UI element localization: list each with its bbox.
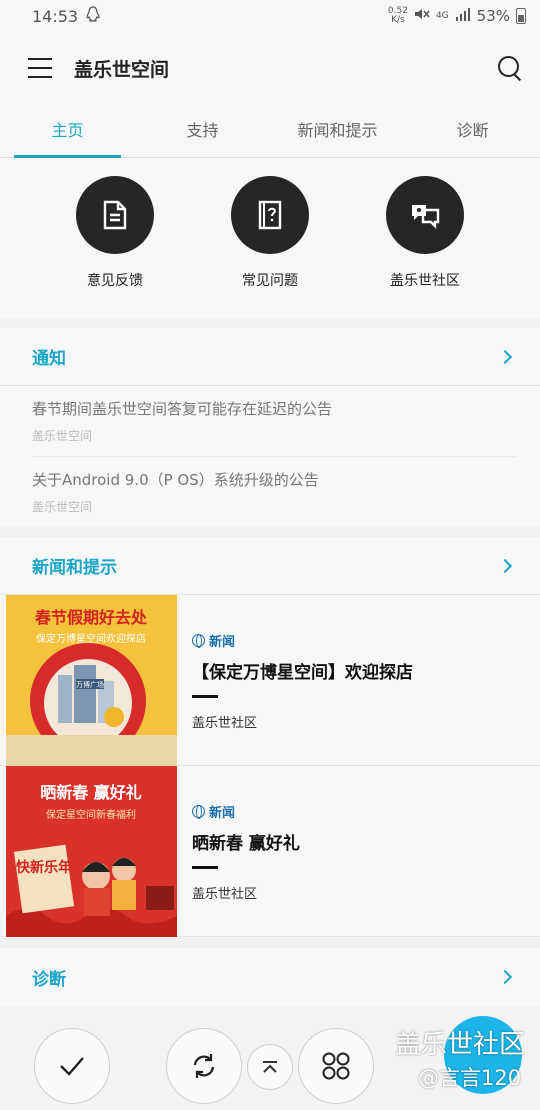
- divider: [192, 866, 218, 869]
- news-item-source: 盖乐世社区: [192, 887, 258, 902]
- globe-icon: [192, 805, 205, 819]
- app-title: 盖乐世空间: [74, 58, 170, 81]
- tab-support[interactable]: 支持: [135, 104, 270, 157]
- battery-icon: [516, 8, 526, 24]
- news-tag: 新闻: [192, 631, 530, 650]
- qq-notification-icon: [86, 6, 100, 26]
- feedback-label: 意见反馈: [87, 273, 143, 289]
- news-item[interactable]: 快新乐年 晒新春 赢好礼 保定星空间新春福利 新闻 晒新春 赢好礼 盖乐世社区: [0, 766, 540, 937]
- thumb-headline: 春节假期好去处: [34, 608, 148, 627]
- diagnosis-title: 诊断: [32, 969, 66, 990]
- community-label: 盖乐世社区: [390, 273, 460, 289]
- chevron-right-icon: [497, 349, 513, 364]
- thumb-headline: 晒新春 赢好礼: [40, 783, 142, 802]
- notice-item[interactable]: 关于Android 9.0（P OS）系统升级的公告 盖乐世空间: [32, 456, 516, 526]
- chevron-right-icon: [497, 558, 513, 573]
- news-thumbnail: 快新乐年 晒新春 赢好礼 保定星空间新春福利: [6, 766, 177, 937]
- diagnosis-header[interactable]: 诊断: [0, 948, 540, 1006]
- news-thumbnail: 万博广场 春节假期好去处 保定万博星空间欢迎探店: [6, 595, 177, 766]
- check-icon: [60, 1057, 84, 1076]
- tab-news-tips[interactable]: 新闻和提示: [270, 104, 405, 157]
- news-item-title: 晒新春 赢好礼: [192, 834, 300, 854]
- news-card: 新闻和提示 万博广场 春节假期好去处 保定万博星空间欢迎探店 新闻 【保定万博星…: [0, 537, 540, 938]
- watermark-text: 盖乐世社区: [395, 1030, 526, 1060]
- scroll-top-icon: [263, 1061, 277, 1073]
- faq-button[interactable]: 常见问题: [231, 176, 309, 318]
- net-speed: 0.52 K/s: [387, 6, 408, 25]
- watermark-handle: @言言120: [418, 1066, 522, 1090]
- tab-bar: 主页 支持 新闻和提示 诊断: [0, 104, 540, 158]
- status-bar: 14:53 0.52 K/s 4G 53%: [0, 0, 540, 32]
- notice-card: 通知 春节期间盖乐世空间答复可能存在延迟的公告 盖乐世空间 关于Android …: [0, 328, 540, 526]
- document-icon: [76, 176, 154, 254]
- notice-title: 通知: [32, 349, 66, 369]
- chevron-right-icon: [497, 969, 513, 985]
- tab-home[interactable]: 主页: [0, 104, 135, 158]
- check-button[interactable]: [34, 1028, 110, 1104]
- battery-percent: 53%: [476, 7, 510, 25]
- refresh-icon: [193, 1054, 215, 1078]
- news-item-source: 盖乐世社区: [192, 716, 258, 731]
- thumb-sign-text: 快新乐年: [16, 859, 72, 876]
- refresh-button[interactable]: [166, 1028, 242, 1104]
- faq-label: 常见问题: [242, 273, 298, 289]
- news-tag: 新闻: [192, 802, 530, 821]
- status-time: 14:53: [32, 6, 79, 26]
- grid-icon: [322, 1052, 350, 1080]
- thumb-subline: 保定星空间新春福利: [46, 808, 136, 821]
- community-button[interactable]: 盖乐世社区: [386, 176, 464, 318]
- notice-item[interactable]: 春节期间盖乐世空间答复可能存在延迟的公告 盖乐世空间: [0, 386, 540, 456]
- feedback-button[interactable]: 意见反馈: [76, 176, 154, 318]
- divider: [192, 695, 218, 698]
- thumb-sign-text: 万博广场: [76, 680, 104, 689]
- diagnosis-card: 诊断: [0, 948, 540, 1006]
- news-title: 新闻和提示: [32, 558, 117, 578]
- quick-actions: 意见反馈 常见问题 盖乐世社区: [0, 158, 540, 318]
- thumb-subline: 保定万博星空间欢迎探店: [36, 632, 146, 645]
- tab-diagnosis[interactable]: 诊断: [405, 104, 540, 157]
- mute-icon: [414, 7, 430, 25]
- globe-icon: [192, 634, 205, 648]
- signal-icon: [455, 7, 471, 25]
- search-icon[interactable]: [496, 54, 524, 82]
- news-header[interactable]: 新闻和提示: [0, 537, 540, 595]
- network-type: 4G: [435, 10, 449, 21]
- news-item-title: 【保定万博星空间】欢迎探店: [192, 663, 413, 683]
- scroll-top-button[interactable]: [247, 1044, 293, 1090]
- notice-header[interactable]: 通知: [0, 328, 540, 386]
- app-bar: 盖乐世空间: [0, 32, 540, 104]
- question-book-icon: [231, 176, 309, 254]
- apps-button[interactable]: [298, 1028, 374, 1104]
- community-chat-icon: [386, 176, 464, 254]
- menu-icon[interactable]: [28, 58, 52, 78]
- news-item[interactable]: 万博广场 春节假期好去处 保定万博星空间欢迎探店 新闻 【保定万博星空间】欢迎探…: [0, 595, 540, 766]
